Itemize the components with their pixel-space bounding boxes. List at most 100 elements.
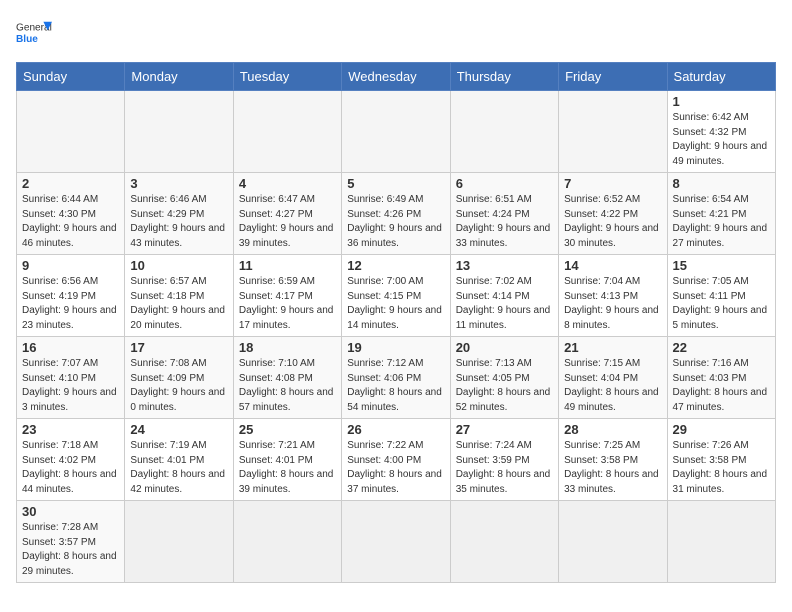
calendar-cell xyxy=(667,501,775,583)
day-number: 6 xyxy=(456,176,553,191)
day-number: 13 xyxy=(456,258,553,273)
day-number: 21 xyxy=(564,340,661,355)
calendar-cell: 22 Sunrise: 7:16 AM Sunset: 4:03 PM Dayli… xyxy=(667,337,775,419)
calendar-cell: 12Sunrise: 7:00 AM Sunset: 4:15 PM Dayli… xyxy=(342,255,450,337)
calendar-cell xyxy=(450,91,558,173)
day-info: Sunrise: 6:59 AM Sunset: 4:17 PM Dayligh… xyxy=(239,275,336,333)
calendar-cell: 26 Sunrise: 7:22 AM Sunset: 4:00 PM Dayli… xyxy=(342,419,450,501)
calendar-cell: 27 Sunrise: 7:24 AM Sunset: 3:59 PM Dayli… xyxy=(450,419,558,501)
day-info: Sunrise: 7:05 AM Sunset: 4:11 PM Dayligh… xyxy=(673,275,770,333)
calendar-cell xyxy=(342,501,450,583)
weekday-header-thursday: Thursday xyxy=(450,63,558,91)
day-info: Sunrise: 7:25 AM Sunset: 3:58 PM Dayligh… xyxy=(564,439,661,497)
calendar-cell: 3Sunrise: 6:46 AM Sunset: 4:29 PM Daylig… xyxy=(125,173,233,255)
week-row-6: 30 Sunrise: 7:28 AM Sunset: 3:57 PM Dayli… xyxy=(17,501,776,583)
calendar-cell: 28 Sunrise: 7:25 AM Sunset: 3:58 PM Dayli… xyxy=(559,419,667,501)
day-info: Sunrise: 6:52 AM Sunset: 4:22 PM Dayligh… xyxy=(564,193,661,251)
day-info: Sunrise: 7:08 AM Sunset: 4:09 PM Dayligh… xyxy=(130,357,227,415)
day-number: 18 xyxy=(239,340,336,355)
day-info: Sunrise: 7:00 AM Sunset: 4:15 PM Dayligh… xyxy=(347,275,444,333)
calendar-cell: 2Sunrise: 6:44 AM Sunset: 4:30 PM Daylig… xyxy=(17,173,125,255)
week-row-5: 23 Sunrise: 7:18 AM Sunset: 4:02 PM Dayli… xyxy=(17,419,776,501)
day-number: 28 xyxy=(564,422,661,437)
day-info: Sunrise: 7:26 AM Sunset: 3:58 PM Dayligh… xyxy=(673,439,770,497)
weekday-header-wednesday: Wednesday xyxy=(342,63,450,91)
day-number: 20 xyxy=(456,340,553,355)
header: General Blue xyxy=(16,16,776,52)
day-info: Sunrise: 6:42 AM Sunset: 4:32 PM Dayligh… xyxy=(673,111,770,169)
weekday-header-monday: Monday xyxy=(125,63,233,91)
week-row-3: 9Sunrise: 6:56 AM Sunset: 4:19 PM Daylig… xyxy=(17,255,776,337)
day-info: Sunrise: 7:15 AM Sunset: 4:04 PM Dayligh… xyxy=(564,357,661,415)
day-info: Sunrise: 6:54 AM Sunset: 4:21 PM Dayligh… xyxy=(673,193,770,251)
day-info: Sunrise: 7:28 AM Sunset: 3:57 PM Dayligh… xyxy=(22,521,119,579)
calendar-cell xyxy=(450,501,558,583)
calendar-cell: 19 Sunrise: 7:12 AM Sunset: 4:06 PM Dayli… xyxy=(342,337,450,419)
weekday-header-friday: Friday xyxy=(559,63,667,91)
week-row-4: 16Sunrise: 7:07 AM Sunset: 4:10 PM Dayli… xyxy=(17,337,776,419)
day-number: 24 xyxy=(130,422,227,437)
day-info: Sunrise: 7:10 AM Sunset: 4:08 PM Dayligh… xyxy=(239,357,336,415)
day-number: 1 xyxy=(673,94,770,109)
day-number: 29 xyxy=(673,422,770,437)
day-number: 22 xyxy=(673,340,770,355)
day-number: 10 xyxy=(130,258,227,273)
svg-text:Blue: Blue xyxy=(16,34,38,45)
calendar-cell: 25Sunrise: 7:21 AM Sunset: 4:01 PM Dayli… xyxy=(233,419,341,501)
calendar-cell: 1 Sunrise: 6:42 AM Sunset: 4:32 PM Daylig… xyxy=(667,91,775,173)
calendar-cell: 20 Sunrise: 7:13 AM Sunset: 4:05 PM Dayli… xyxy=(450,337,558,419)
day-info: Sunrise: 7:07 AM Sunset: 4:10 PM Dayligh… xyxy=(22,357,119,415)
calendar-cell xyxy=(17,91,125,173)
day-number: 15 xyxy=(673,258,770,273)
week-row-2: 2Sunrise: 6:44 AM Sunset: 4:30 PM Daylig… xyxy=(17,173,776,255)
day-info: Sunrise: 7:04 AM Sunset: 4:13 PM Dayligh… xyxy=(564,275,661,333)
day-number: 7 xyxy=(564,176,661,191)
day-info: Sunrise: 7:16 AM Sunset: 4:03 PM Dayligh… xyxy=(673,357,770,415)
day-number: 30 xyxy=(22,504,119,519)
calendar-cell: 18 Sunrise: 7:10 AM Sunset: 4:08 PM Dayli… xyxy=(233,337,341,419)
weekday-header-tuesday: Tuesday xyxy=(233,63,341,91)
day-number: 4 xyxy=(239,176,336,191)
day-info: Sunrise: 7:12 AM Sunset: 4:06 PM Dayligh… xyxy=(347,357,444,415)
calendar-cell: 17Sunrise: 7:08 AM Sunset: 4:09 PM Dayli… xyxy=(125,337,233,419)
day-info: Sunrise: 7:02 AM Sunset: 4:14 PM Dayligh… xyxy=(456,275,553,333)
calendar-cell: 29 Sunrise: 7:26 AM Sunset: 3:58 PM Dayli… xyxy=(667,419,775,501)
calendar-cell: 24 Sunrise: 7:19 AM Sunset: 4:01 PM Dayli… xyxy=(125,419,233,501)
day-number: 8 xyxy=(673,176,770,191)
logo: General Blue xyxy=(16,16,52,52)
day-number: 14 xyxy=(564,258,661,273)
day-info: Sunrise: 7:18 AM Sunset: 4:02 PM Dayligh… xyxy=(22,439,119,497)
calendar-cell: 10Sunrise: 6:57 AM Sunset: 4:18 PM Dayli… xyxy=(125,255,233,337)
day-info: Sunrise: 7:13 AM Sunset: 4:05 PM Dayligh… xyxy=(456,357,553,415)
day-number: 26 xyxy=(347,422,444,437)
day-number: 11 xyxy=(239,258,336,273)
calendar-cell xyxy=(233,501,341,583)
calendar-cell xyxy=(125,91,233,173)
day-info: Sunrise: 6:49 AM Sunset: 4:26 PM Dayligh… xyxy=(347,193,444,251)
calendar-cell: 15 Sunrise: 7:05 AM Sunset: 4:11 PM Dayli… xyxy=(667,255,775,337)
day-info: Sunrise: 6:51 AM Sunset: 4:24 PM Dayligh… xyxy=(456,193,553,251)
day-info: Sunrise: 6:44 AM Sunset: 4:30 PM Dayligh… xyxy=(22,193,119,251)
day-info: Sunrise: 7:19 AM Sunset: 4:01 PM Dayligh… xyxy=(130,439,227,497)
day-number: 19 xyxy=(347,340,444,355)
calendar-cell xyxy=(559,501,667,583)
weekday-header-saturday: Saturday xyxy=(667,63,775,91)
weekday-header-row: SundayMondayTuesdayWednesdayThursdayFrid… xyxy=(17,63,776,91)
day-info: Sunrise: 7:22 AM Sunset: 4:00 PM Dayligh… xyxy=(347,439,444,497)
calendar-cell xyxy=(342,91,450,173)
calendar-cell: 4Sunrise: 6:47 AM Sunset: 4:27 PM Daylig… xyxy=(233,173,341,255)
day-number: 25 xyxy=(239,422,336,437)
calendar-cell: 16Sunrise: 7:07 AM Sunset: 4:10 PM Dayli… xyxy=(17,337,125,419)
week-row-1: 1 Sunrise: 6:42 AM Sunset: 4:32 PM Daylig… xyxy=(17,91,776,173)
calendar-cell: 8 Sunrise: 6:54 AM Sunset: 4:21 PM Daylig… xyxy=(667,173,775,255)
day-number: 23 xyxy=(22,422,119,437)
day-number: 27 xyxy=(456,422,553,437)
calendar: SundayMondayTuesdayWednesdayThursdayFrid… xyxy=(16,62,776,583)
calendar-cell: 23 Sunrise: 7:18 AM Sunset: 4:02 PM Dayli… xyxy=(17,419,125,501)
day-number: 5 xyxy=(347,176,444,191)
calendar-cell: 6 Sunrise: 6:51 AM Sunset: 4:24 PM Daylig… xyxy=(450,173,558,255)
calendar-cell xyxy=(559,91,667,173)
logo-icon: General Blue xyxy=(16,16,52,52)
day-info: Sunrise: 7:24 AM Sunset: 3:59 PM Dayligh… xyxy=(456,439,553,497)
weekday-header-sunday: Sunday xyxy=(17,63,125,91)
